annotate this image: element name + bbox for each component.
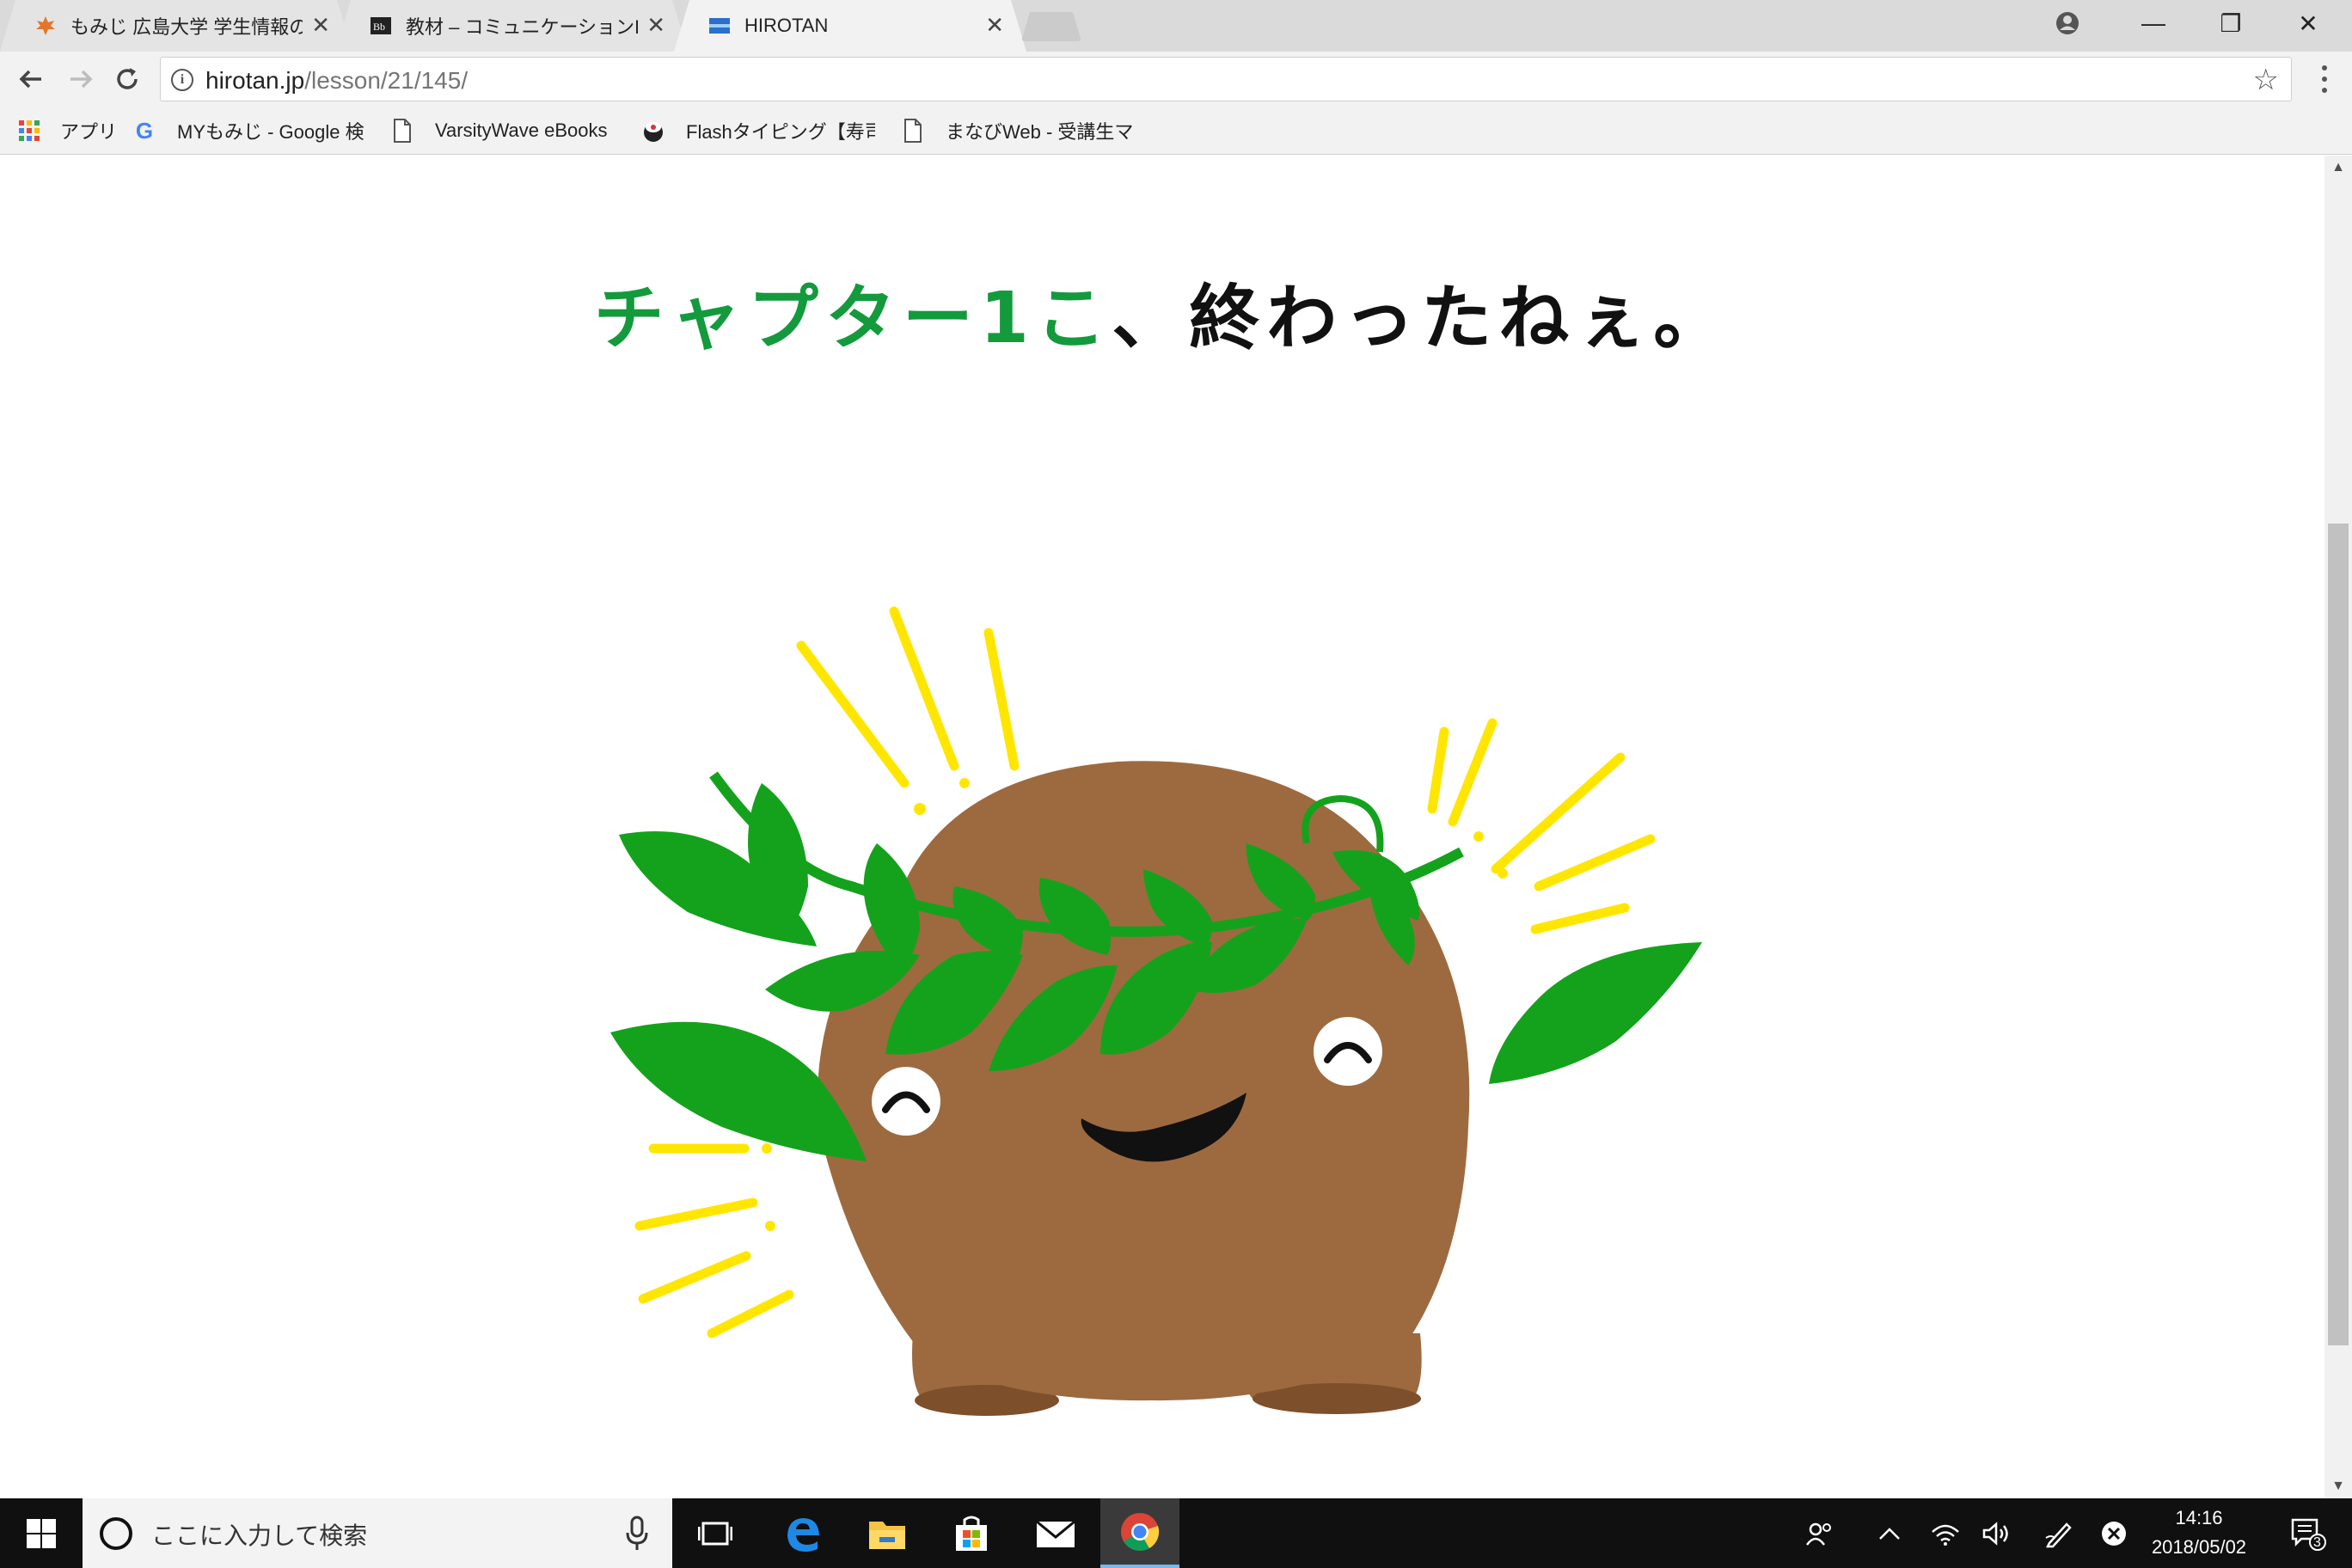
sushi-icon — [641, 119, 665, 143]
chrome-icon — [1121, 1512, 1160, 1551]
error-status-icon[interactable] — [2092, 1498, 2135, 1568]
search-placeholder: ここに入力して検索 — [151, 1522, 368, 1549]
browser-toolbar: i hirotan.jp/lesson/21/145/ ☆ — [0, 52, 2352, 107]
page-content: チャプター1こ、終わったねぇ。 — [0, 156, 2324, 1498]
reload-icon — [117, 68, 138, 89]
wifi-icon[interactable] — [1924, 1498, 1967, 1568]
task-view-icon — [698, 1522, 732, 1545]
scroll-down-icon[interactable]: ▼ — [2324, 1474, 2352, 1498]
tab-kyozai[interactable]: Bb 教材 – コミュニケーションIA・II ✕ — [335, 0, 688, 52]
page-scrollbar[interactable]: ▲ ▼ — [2324, 156, 2352, 1498]
clock-time: 14:16 — [2175, 1507, 2223, 1528]
scroll-up-icon[interactable]: ▲ — [2324, 156, 2352, 180]
url-path: /lesson/21/145/ — [304, 67, 469, 94]
bookmark-mymomiji[interactable]: G MYもみじ - Google 検 — [132, 115, 373, 146]
tab-close-icon[interactable]: ✕ — [311, 14, 330, 36]
svg-text:Bb: Bb — [373, 21, 385, 33]
notifications-icon — [2291, 1518, 2326, 1551]
clock-date: 2018/05/02 — [2151, 1536, 2247, 1558]
forward-button[interactable] — [62, 60, 100, 98]
tab-strip: もみじ 広島大学 学生情報の ✕ Bb 教材 – コミュニケーションIA・II … — [0, 0, 2352, 52]
bookmark-label: MYもみじ - Google 検 — [177, 121, 364, 143]
hirotan-icon — [709, 18, 730, 34]
cortana-icon — [100, 1517, 132, 1550]
tab-label: もみじ 広島大学 学生情報の — [70, 16, 303, 38]
headline-black-text: 、終わったねぇ。 — [1112, 278, 1731, 359]
tab-close-icon[interactable]: ✕ — [646, 14, 665, 36]
profile-icon[interactable] — [2029, 0, 2106, 46]
arrow-right-icon — [70, 70, 93, 89]
start-button[interactable] — [0, 1498, 83, 1568]
back-button[interactable] — [12, 60, 50, 98]
site-info-icon[interactable]: i — [171, 69, 193, 91]
microphone-icon[interactable] — [624, 1516, 650, 1552]
bookmark-label: VarsityWave eBooks — [435, 119, 608, 141]
folder-icon — [869, 1521, 905, 1549]
right-arm-leaf — [1489, 942, 1702, 1084]
url-text[interactable]: hirotan.jp/lesson/21/145/ — [205, 67, 468, 95]
taskbar-mail[interactable] — [1016, 1498, 1095, 1568]
people-icon[interactable] — [1798, 1498, 1841, 1568]
taskbar-edge[interactable] — [763, 1498, 842, 1568]
headline-green-text: チャプター1こ — [593, 278, 1112, 359]
tab-hirotan[interactable]: HIROTAN ✕ — [674, 0, 1026, 52]
action-center-button[interactable]: 3 — [2278, 1498, 2338, 1568]
taskbar-store[interactable] — [932, 1498, 1011, 1568]
bookmark-varsitywave[interactable]: VarsityWave eBooks — [390, 115, 608, 146]
show-hidden-icons-chevron-icon[interactable] — [1871, 1498, 1908, 1568]
tab-label: 教材 – コミュニケーションIA・II — [406, 16, 638, 38]
page-icon — [901, 119, 925, 143]
maximize-button[interactable]: ❐ — [2192, 0, 2269, 46]
address-bar[interactable]: i hirotan.jp/lesson/21/145/ ☆ — [160, 57, 2292, 101]
pen-workspace-icon[interactable] — [2037, 1498, 2080, 1568]
reload-button[interactable] — [108, 60, 146, 98]
blackboard-icon: Bb — [371, 17, 391, 34]
minimize-button[interactable]: — — [2115, 0, 2192, 46]
store-bag-icon — [956, 1516, 987, 1551]
bookmark-label: アプリ — [60, 121, 118, 143]
mail-icon — [1036, 1520, 1075, 1547]
bookmark-label: まなびWeb - 受講生マ — [946, 121, 1134, 143]
volume-icon[interactable] — [1975, 1498, 2018, 1568]
url-host: hirotan.jp — [205, 67, 305, 94]
scrollbar-thumb[interactable] — [2328, 524, 2349, 1345]
hirotan-mascot-illustration — [610, 606, 1702, 1416]
taskbar-clock[interactable]: 14:16 2018/05/02 — [2130, 1504, 2268, 1562]
tab-label: HIROTAN — [744, 15, 829, 36]
windows-logo-icon — [27, 1518, 56, 1548]
bookmark-sushida[interactable]: Flashタイピング【寿司打 — [641, 115, 875, 146]
chapter-complete-headline: チャプター1こ、終わったねぇ。 — [0, 260, 2324, 363]
arrow-left-icon — [19, 70, 41, 89]
tab-momiji[interactable]: もみじ 広島大学 学生情報の ✕ — [0, 0, 352, 52]
taskbar-chrome[interactable] — [1100, 1498, 1179, 1568]
notification-count-badge: 3 — [2313, 1535, 2321, 1550]
close-window-button[interactable]: ✕ — [2269, 0, 2347, 46]
bookmark-star-icon[interactable]: ☆ — [2253, 63, 2279, 97]
browser-menu-icon[interactable] — [2314, 62, 2335, 96]
google-icon: G — [135, 117, 154, 144]
bookmark-manabiweb[interactable]: まなびWeb - 受講生マ — [901, 115, 1136, 146]
task-view-button[interactable] — [676, 1498, 755, 1568]
bookmarks-bar: アプリ G MYもみじ - Google 検 VarsityWave eBook… — [0, 107, 2352, 155]
page-icon — [390, 119, 414, 143]
taskbar-file-explorer[interactable] — [848, 1498, 927, 1568]
apps-grid-icon — [17, 119, 41, 143]
bookmark-apps[interactable]: アプリ — [17, 115, 117, 146]
taskbar-search-box[interactable]: ここに入力して検索 — [83, 1498, 672, 1568]
tab-close-icon[interactable]: ✕ — [985, 14, 1004, 36]
momiji-leaf-icon — [36, 16, 55, 35]
edge-icon — [787, 1517, 819, 1552]
new-tab-button[interactable] — [1021, 12, 1081, 41]
bookmark-label: Flashタイピング【寿司打 — [686, 121, 875, 143]
windows-taskbar: ここに入力して検索 14:16 2018/05/02 3 — [0, 1498, 2352, 1568]
